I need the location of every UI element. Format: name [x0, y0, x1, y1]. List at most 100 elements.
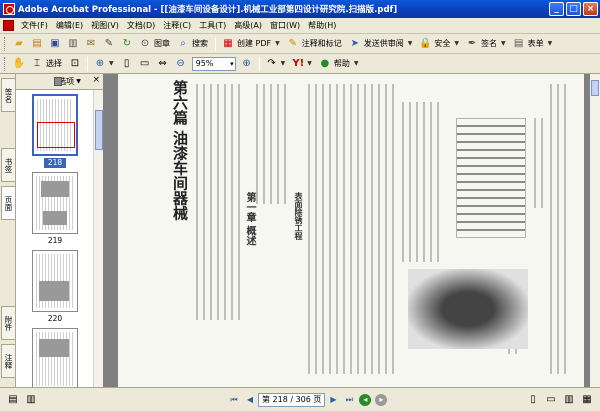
snapshot-icon[interactable]: ⊡: [68, 57, 82, 71]
next-page-icon[interactable]: ▶: [327, 394, 339, 406]
chevron-down-icon[interactable]: ▼: [408, 40, 413, 47]
menu-view[interactable]: 视图(V): [87, 20, 123, 31]
close-icon[interactable]: ×: [92, 75, 100, 85]
send-review-label[interactable]: 发送供审阅: [364, 38, 404, 49]
layout-icon[interactable]: ▥: [24, 393, 38, 407]
save-icon[interactable]: ▣: [48, 37, 62, 51]
document-view[interactable]: 第六篇 油漆车间器械 第一章 概述 表面除锈工程: [104, 74, 600, 387]
chevron-down-icon[interactable]: ▼: [275, 40, 280, 47]
chevron-down-icon[interactable]: ▼: [307, 60, 312, 67]
page-number-field[interactable]: 第 218 / 306 页: [258, 392, 326, 407]
thumbnail-page-220[interactable]: [32, 250, 78, 312]
open-folder-icon[interactable]: ▰: [12, 37, 26, 51]
acrobat-app-icon[interactable]: [3, 3, 15, 15]
page-size-icon[interactable]: ▤: [6, 393, 20, 407]
tab-pages[interactable]: 页面: [1, 186, 15, 220]
scrollbar-thumb[interactable]: [95, 110, 103, 150]
comment-icon[interactable]: ✎: [286, 37, 300, 51]
create-pdf-icon[interactable]: ▦: [221, 37, 235, 51]
attach-icon[interactable]: ✎: [102, 37, 116, 51]
first-page-icon[interactable]: ⏮: [228, 394, 240, 406]
thumbnail-page-218[interactable]: [32, 94, 78, 156]
menu-document[interactable]: 文档(D): [123, 20, 159, 31]
document-menu-icon[interactable]: [3, 20, 14, 31]
chevron-down-icon[interactable]: ▼: [281, 60, 286, 67]
chevron-down-icon[interactable]: ▼: [354, 60, 359, 67]
thumbnail-label: 219: [47, 236, 63, 245]
menu-file[interactable]: 文件(F): [17, 20, 52, 31]
zoom-input[interactable]: 95%: [191, 56, 236, 71]
stamp-label[interactable]: 图章: [154, 38, 170, 49]
create-pdf-label[interactable]: 创建 PDF: [237, 38, 271, 49]
hand-tool-icon[interactable]: ✋: [12, 57, 26, 71]
menu-help[interactable]: 帮助(H): [304, 20, 340, 31]
document-scrollbar[interactable]: [590, 74, 600, 387]
thumbnail-page-221[interactable]: [32, 328, 78, 390]
toolbar-grip[interactable]: [4, 56, 7, 71]
security-label[interactable]: 安全: [434, 38, 450, 49]
help-label[interactable]: 帮助: [334, 58, 350, 69]
scrollbar-thumb[interactable]: [591, 80, 599, 96]
menu-edit[interactable]: 编辑(E): [52, 20, 87, 31]
pen-icon[interactable]: ✒: [465, 37, 479, 51]
forms-icon[interactable]: ▤: [512, 37, 526, 51]
facing-icon[interactable]: ▥: [562, 393, 576, 407]
print-icon[interactable]: ▥: [66, 37, 80, 51]
menu-comments[interactable]: 注释(C): [159, 20, 195, 31]
minimize-button[interactable]: _: [549, 2, 564, 16]
chevron-down-icon[interactable]: ▼: [501, 40, 506, 47]
viewport-indicator[interactable]: [37, 122, 75, 148]
comment-label[interactable]: 注释和标记: [302, 38, 342, 49]
close-button[interactable]: ×: [583, 2, 598, 16]
actual-size-icon[interactable]: ▯: [120, 57, 134, 71]
create-icon[interactable]: ▤: [30, 37, 44, 51]
forms-label[interactable]: 表单: [528, 38, 544, 49]
pdf-page[interactable]: 第六篇 油漆车间器械 第一章 概述 表面除锈工程: [118, 74, 584, 387]
navigation-pane-tabs: 签名 书签 页面 附件 注释: [0, 74, 16, 387]
maximize-button[interactable]: □: [566, 2, 581, 16]
search-icon[interactable]: ⌕: [176, 37, 190, 51]
continuous-facing-icon[interactable]: ▦: [580, 393, 594, 407]
lock-icon[interactable]: 🔒: [418, 37, 432, 51]
thumbnail-page-219[interactable]: [32, 172, 78, 234]
refresh-icon[interactable]: ↻: [120, 37, 134, 51]
status-bar: ▤ ▥ ⏮ ◀ 第 218 / 306 页 ▶ ⏭ ◂ ▸ ▯ ▭ ▥ ▦: [0, 387, 600, 411]
chevron-down-icon[interactable]: ▼: [454, 40, 459, 47]
email-icon[interactable]: ✉: [84, 37, 98, 51]
body-text: [308, 84, 398, 374]
thumbnail-scrollbar[interactable]: [93, 90, 103, 387]
menu-window[interactable]: 窗口(W): [266, 20, 304, 31]
fit-page-icon[interactable]: ▭: [138, 57, 152, 71]
tab-signatures[interactable]: 签名: [1, 78, 15, 112]
zoom-tool-icon[interactable]: ⊕: [93, 57, 107, 71]
chevron-down-icon[interactable]: ▼: [109, 60, 114, 67]
go-back-icon[interactable]: ◂: [359, 393, 372, 406]
trash-icon[interactable]: [54, 77, 62, 86]
select-label[interactable]: 选择: [46, 58, 62, 69]
stamp-icon[interactable]: ⊙: [138, 37, 152, 51]
last-page-icon[interactable]: ⏭: [343, 394, 355, 406]
search-label[interactable]: 搜索: [192, 38, 208, 49]
tab-attachments[interactable]: 附件: [1, 306, 15, 340]
previous-page-icon[interactable]: ◀: [244, 394, 256, 406]
tab-comments[interactable]: 注释: [1, 344, 15, 378]
zoom-out-icon[interactable]: ⊖: [174, 57, 188, 71]
go-forward-icon[interactable]: ▸: [375, 393, 388, 406]
chevron-down-icon[interactable]: ▼: [548, 40, 553, 47]
continuous-icon[interactable]: ▭: [544, 393, 558, 407]
thumbnail-figure: [39, 339, 69, 357]
single-page-icon[interactable]: ▯: [526, 393, 540, 407]
yahoo-icon[interactable]: Y!: [291, 57, 305, 71]
menu-tools[interactable]: 工具(T): [195, 20, 230, 31]
send-review-icon[interactable]: ➤: [348, 37, 362, 51]
chevron-down-icon[interactable]: ▼: [76, 78, 81, 85]
sign-label[interactable]: 签名: [481, 38, 497, 49]
fit-width-icon[interactable]: ⇔: [156, 57, 170, 71]
select-cursor-icon[interactable]: ⌶: [30, 57, 44, 71]
toolbar-grip[interactable]: [4, 36, 7, 51]
rotate-icon[interactable]: ↷: [265, 57, 279, 71]
help-icon[interactable]: ●: [318, 57, 332, 71]
zoom-in-icon[interactable]: ⊕: [240, 57, 254, 71]
tab-bookmarks[interactable]: 书签: [1, 148, 15, 182]
menu-advanced[interactable]: 高级(A): [230, 20, 266, 31]
